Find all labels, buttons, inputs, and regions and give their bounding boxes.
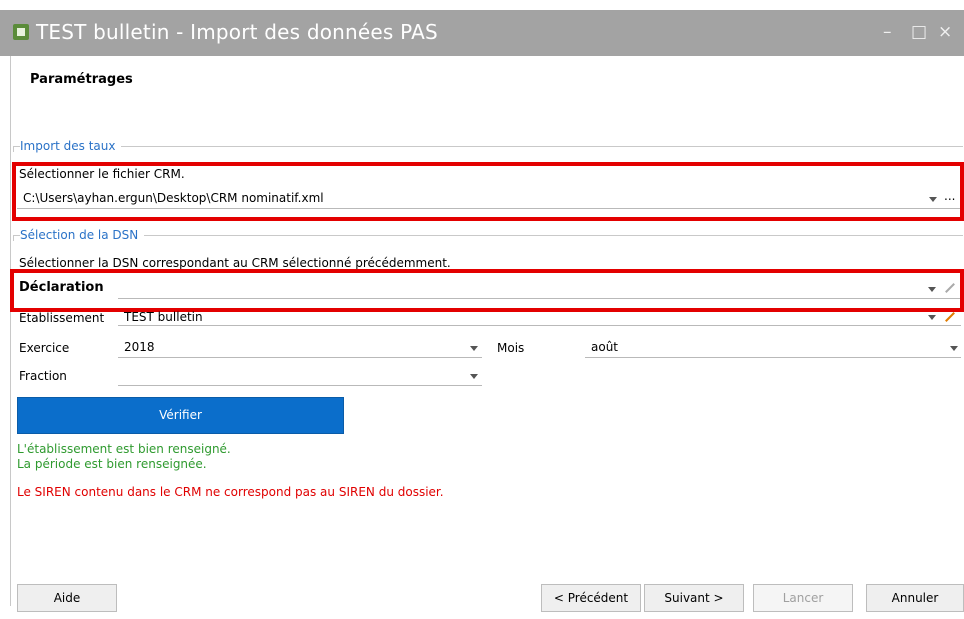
group-label-dsn: Sélection de la DSN <box>20 228 145 242</box>
exercice-select[interactable]: 2018 <box>118 337 482 358</box>
chevron-down-icon[interactable] <box>470 374 478 379</box>
group-line-dsn <box>13 235 963 236</box>
highlight-box-file <box>12 162 964 221</box>
chevron-down-icon[interactable] <box>950 346 958 351</box>
etablissement-label: Etablissement <box>19 311 105 325</box>
next-button[interactable]: Suivant > <box>644 584 744 612</box>
edit-icon[interactable] <box>945 312 955 322</box>
message-etablissement-ok: L'établissement est bien renseigné. <box>17 442 231 456</box>
cancel-button[interactable]: Annuler <box>866 584 964 612</box>
verify-button[interactable]: Vérifier <box>17 397 344 434</box>
chevron-down-icon[interactable] <box>928 315 936 320</box>
dialog-border <box>10 56 11 606</box>
close-icon[interactable]: × <box>938 22 952 42</box>
help-button[interactable]: Aide <box>17 584 117 612</box>
chevron-down-icon[interactable] <box>470 346 478 351</box>
group-label-import: Import des taux <box>20 139 122 153</box>
group-line-import <box>13 146 963 147</box>
exercice-value: 2018 <box>124 340 155 354</box>
mois-select[interactable]: août <box>585 337 961 358</box>
fraction-label: Fraction <box>19 369 67 383</box>
etablissement-value: TEST bulletin <box>124 310 203 324</box>
previous-button[interactable]: < Précédent <box>541 584 641 612</box>
etablissement-select[interactable]: TEST bulletin <box>118 308 961 326</box>
dsn-instruction: Sélectionner la DSN correspondant au CRM… <box>19 256 451 270</box>
minimize-icon[interactable]: – <box>883 22 892 42</box>
message-periode-ok: La période est bien renseignée. <box>17 457 207 471</box>
mois-value: août <box>591 340 619 354</box>
fraction-select[interactable] <box>118 365 482 386</box>
app-icon <box>13 24 29 40</box>
launch-button[interactable]: Lancer <box>753 584 853 612</box>
page-title: Paramétrages <box>30 72 133 87</box>
mois-label: Mois <box>497 341 525 355</box>
message-siren-error: Le SIREN contenu dans le CRM ne correspo… <box>17 485 444 499</box>
window-title: TEST bulletin - Import des données PAS <box>36 20 438 44</box>
exercice-label: Exercice <box>19 341 70 355</box>
highlight-box-declaration <box>10 269 964 312</box>
maximize-icon[interactable]: □ <box>911 22 927 42</box>
title-bar: TEST bulletin - Import des données PAS –… <box>0 10 964 56</box>
